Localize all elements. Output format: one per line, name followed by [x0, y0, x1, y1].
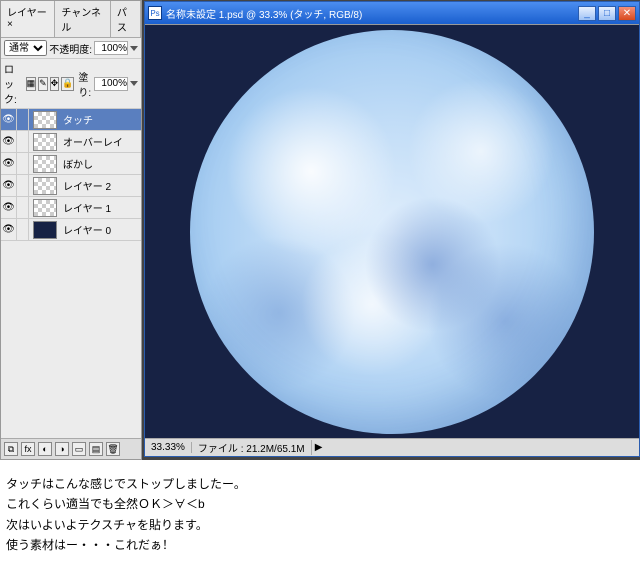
status-bar: 33.33% ファイル : 21.2M/65.1M ▶	[145, 438, 639, 456]
visibility-toggle-icon[interactable]: 👁	[1, 219, 17, 241]
link-layers-icon[interactable]: ⧉	[4, 442, 18, 456]
layer-thumbnail[interactable]	[33, 221, 57, 239]
tab-layers[interactable]: レイヤー ×	[1, 1, 55, 37]
layer-link-cell[interactable]	[17, 153, 29, 175]
layer-name[interactable]: レイヤー 1	[61, 200, 141, 215]
doc-info[interactable]: ファイル : 21.2M/65.1M	[192, 440, 312, 455]
titlebar[interactable]: Ps 名称未設定 1.psd @ 33.3% (タッチ, RGB/8) _ □ …	[145, 2, 639, 24]
fill-input[interactable]	[94, 77, 128, 91]
layer-item[interactable]: 👁 レイヤー 1	[1, 197, 141, 219]
layer-item[interactable]: 👁 オーバーレイ	[1, 131, 141, 153]
visibility-toggle-icon[interactable]: 👁	[1, 131, 17, 153]
window-title: 名称未設定 1.psd @ 33.3% (タッチ, RGB/8)	[166, 6, 362, 21]
opacity-flyout-icon[interactable]	[130, 46, 138, 51]
artwork-moon	[190, 30, 594, 434]
visibility-toggle-icon[interactable]: 👁	[1, 109, 17, 131]
layer-item[interactable]: 👁 タッチ	[1, 109, 141, 131]
layer-list: 👁 タッチ 👁 オーバーレイ 👁 ぼかし 👁 レイヤー 2 👁 レイヤー 1 👁 レイヤー 0	[1, 109, 141, 438]
layer-item[interactable]: 👁 レイヤー 2	[1, 175, 141, 197]
minimize-button[interactable]: _	[578, 6, 596, 21]
opacity-input[interactable]	[94, 41, 128, 55]
layer-name[interactable]: ぼかし	[61, 156, 141, 171]
caption-line: 使う素材はー・・・これだぁ！	[6, 535, 634, 555]
layer-group-icon[interactable]: ▭	[72, 442, 86, 456]
adjustment-layer-icon[interactable]: ◑	[55, 442, 69, 456]
lock-transparent-icon[interactable]: ▦	[26, 77, 37, 91]
lock-all-icon[interactable]: 🔒	[61, 77, 74, 91]
caption-line: これくらい適当でも全然ＯＫ＞∀＜b	[6, 494, 634, 514]
lock-label: ロック:	[4, 61, 24, 106]
tab-paths[interactable]: パス	[111, 1, 141, 37]
panel-footer: ⧉ fx ◐ ◑ ▭ ▤ 🗑	[1, 438, 141, 459]
maximize-button[interactable]: □	[598, 6, 616, 21]
document-area: Ps 名称未設定 1.psd @ 33.3% (タッチ, RGB/8) _ □ …	[142, 0, 640, 460]
layer-fx-icon[interactable]: fx	[21, 442, 35, 456]
document-window: Ps 名称未設定 1.psd @ 33.3% (タッチ, RGB/8) _ □ …	[144, 1, 640, 457]
visibility-toggle-icon[interactable]: 👁	[1, 175, 17, 197]
layer-mask-icon[interactable]: ◐	[38, 442, 52, 456]
opacity-label: 不透明度:	[49, 41, 92, 56]
layer-thumbnail[interactable]	[33, 133, 57, 151]
visibility-toggle-icon[interactable]: 👁	[1, 197, 17, 219]
close-button[interactable]: ✕	[618, 6, 636, 21]
layer-name[interactable]: レイヤー 2	[61, 178, 141, 193]
fill-label: 塗り:	[78, 69, 92, 99]
layer-thumbnail[interactable]	[33, 177, 57, 195]
lock-move-icon[interactable]: ✥	[50, 77, 60, 91]
caption-text: タッチはこんな感じでストップしましたー。 これくらい適当でも全然ＯＫ＞∀＜b 次…	[0, 460, 640, 570]
layer-item[interactable]: 👁 レイヤー 0	[1, 219, 141, 241]
layer-name[interactable]: レイヤー 0	[61, 222, 141, 237]
visibility-toggle-icon[interactable]: 👁	[1, 153, 17, 175]
panel-tabs: レイヤー × チャンネル パス	[1, 1, 141, 38]
app-icon: Ps	[148, 6, 162, 20]
canvas	[145, 25, 639, 438]
canvas-viewport[interactable]	[145, 24, 639, 438]
layer-item[interactable]: 👁 ぼかし	[1, 153, 141, 175]
lock-paint-icon[interactable]: ✎	[38, 77, 48, 91]
layer-link-cell[interactable]	[17, 131, 29, 153]
layer-thumbnail[interactable]	[33, 155, 57, 173]
blend-mode-select[interactable]: 通常	[4, 40, 47, 56]
layer-link-cell[interactable]	[17, 197, 29, 219]
new-layer-icon[interactable]: ▤	[89, 442, 103, 456]
zoom-level[interactable]: 33.33%	[145, 442, 192, 453]
layer-link-cell[interactable]	[17, 109, 29, 131]
layer-name[interactable]: タッチ	[61, 112, 141, 127]
doc-info-flyout-icon[interactable]: ▶	[312, 442, 326, 453]
caption-line: タッチはこんな感じでストップしましたー。	[6, 474, 634, 494]
delete-layer-icon[interactable]: 🗑	[106, 442, 120, 456]
layer-thumbnail[interactable]	[33, 199, 57, 217]
caption-line: 次はいよいよテクスチャを貼ります。	[6, 515, 634, 535]
tab-channels[interactable]: チャンネル	[55, 1, 111, 37]
layer-thumbnail[interactable]	[33, 111, 57, 129]
layers-panel: レイヤー × チャンネル パス 通常 不透明度: ロック: ▦ ✎ ✥ 🔒 塗り…	[0, 0, 142, 460]
layer-name[interactable]: オーバーレイ	[61, 134, 141, 149]
fill-flyout-icon[interactable]	[130, 81, 138, 86]
layer-link-cell[interactable]	[17, 219, 29, 241]
layer-link-cell[interactable]	[17, 175, 29, 197]
